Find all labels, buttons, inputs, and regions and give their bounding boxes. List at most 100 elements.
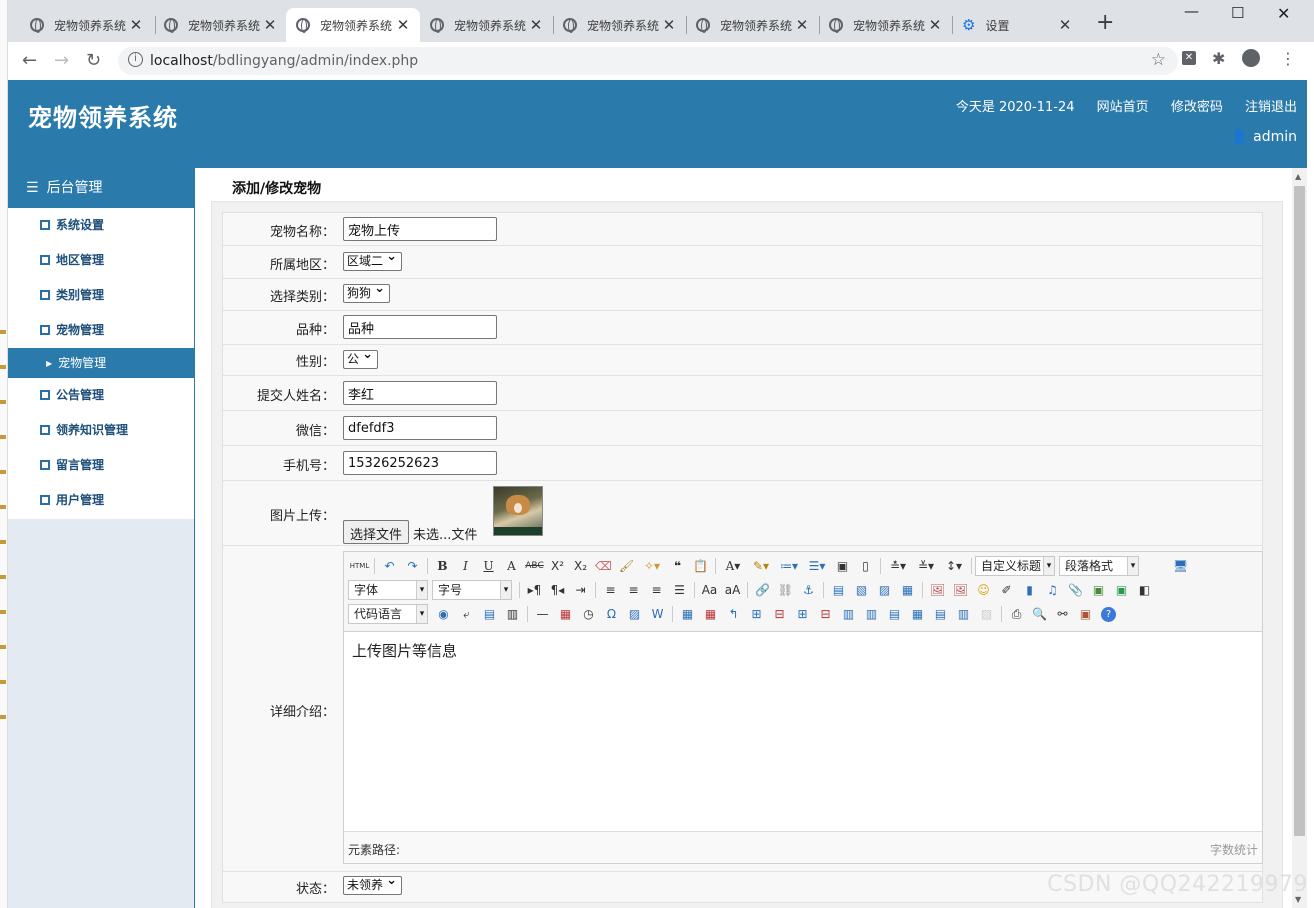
split-to-cols-icon[interactable]: ▥ [952, 604, 975, 624]
image-none-icon[interactable]: ▤ [827, 580, 850, 600]
home-link[interactable]: 网站首页 [1097, 100, 1149, 115]
browser-tab-7[interactable]: 宠物领养系统 ✕ [819, 8, 952, 42]
rtl-icon[interactable]: ¶◂ [546, 580, 569, 600]
font-family-select[interactable]: 字体 [348, 580, 428, 600]
close-icon[interactable]: ✕ [795, 16, 809, 34]
paste-text-icon[interactable]: 📋 [689, 556, 712, 576]
charts-icon[interactable]: ▨ [975, 604, 998, 624]
format-brush-icon[interactable]: 🖌 [615, 556, 638, 576]
auto-format-icon[interactable]: ✧▾ [638, 556, 666, 576]
sidebar-item-messages[interactable]: 留言管理 [8, 448, 194, 483]
window-close-icon[interactable]: ✕ [1277, 4, 1290, 23]
strikethrough-icon[interactable]: ABC [523, 556, 546, 576]
background-icon[interactable]: ▥ [501, 604, 524, 624]
underline-icon[interactable]: U [477, 556, 500, 576]
browser-tab-5[interactable]: 宠物领养系统 ✕ [553, 8, 686, 42]
category-select[interactable]: 狗狗 [343, 281, 391, 303]
close-icon[interactable]: ✕ [1058, 16, 1072, 34]
anchor-icon[interactable]: ⚓ [797, 580, 820, 600]
music-icon[interactable]: ♫ [1041, 580, 1064, 600]
simple-upload-icon[interactable]: 🖼 [926, 580, 949, 600]
sidebar-item-system-settings[interactable]: 系统设置 [8, 208, 194, 243]
delete-table-icon[interactable]: ▦ [699, 604, 722, 624]
insert-frame-icon[interactable]: ◧ [1133, 580, 1156, 600]
font-size-select[interactable]: 字号 [432, 580, 512, 600]
merge-cells-icon[interactable]: ▥ [837, 604, 860, 624]
attachment-icon[interactable]: 📎 [1064, 580, 1087, 600]
browser-tab-1[interactable]: 宠物领养系统 ✕ [20, 8, 153, 42]
bold-icon[interactable]: B [431, 556, 454, 576]
browser-tab-2[interactable]: 宠物领养系统 ✕ [154, 8, 287, 42]
submitter-name-input[interactable] [343, 381, 497, 405]
sidebar-item-pets[interactable]: 宠物管理 [8, 313, 194, 348]
scroll-up-icon[interactable]: ▲ [1295, 172, 1301, 181]
split-to-cells-icon[interactable]: ▦ [906, 604, 929, 624]
phone-input[interactable] [343, 451, 497, 475]
insert-paragraph-before-table-icon[interactable]: ↰ [722, 604, 745, 624]
search-replace-icon[interactable]: W [646, 604, 669, 624]
close-icon[interactable]: ✕ [662, 16, 676, 34]
unordered-list-icon[interactable]: ☰▾ [803, 556, 831, 576]
info-icon[interactable]: i [128, 52, 143, 67]
menu-dots-icon[interactable]: ⋮ [1280, 49, 1296, 68]
browser-tab-4[interactable]: 宠物领养系统 ✕ [420, 8, 553, 42]
close-icon[interactable]: ✕ [263, 16, 277, 34]
status-select[interactable]: 未领养 [343, 873, 403, 895]
insert-col-icon[interactable]: ⊞ [791, 604, 814, 624]
ordered-list-icon[interactable]: ≔▾ [775, 556, 803, 576]
extension-x-icon[interactable]: ✕ [1182, 51, 1196, 65]
time-icon[interactable]: ◷ [577, 604, 600, 624]
unlink-icon[interactable]: ⛓ [774, 580, 797, 600]
delete-row-icon[interactable]: ⊟ [768, 604, 791, 624]
insert-video-icon[interactable]: ▮ [1018, 580, 1041, 600]
close-icon[interactable]: ✕ [396, 16, 410, 34]
logout-link[interactable]: 注销退出 [1245, 100, 1297, 115]
print-icon[interactable]: ⎙ [1005, 604, 1028, 624]
change-password-link[interactable]: 修改密码 [1171, 100, 1223, 115]
link-icon[interactable]: 🔗 [751, 580, 774, 600]
close-icon[interactable]: ✕ [529, 16, 543, 34]
back-arrow-icon[interactable]: ← [22, 50, 37, 71]
indent-icon[interactable]: ⇥ [569, 580, 592, 600]
date-icon[interactable]: ▦ [554, 604, 577, 624]
row-spacing-bottom-icon[interactable]: ≚▾ [912, 556, 940, 576]
help-icon[interactable]: ? [1101, 606, 1116, 622]
scrawl-icon[interactable]: ✐ [995, 580, 1018, 600]
search-replace-binoculars-icon[interactable]: ⚯ [1051, 604, 1074, 624]
forward-arrow-icon[interactable]: → [54, 50, 69, 71]
image-center-icon[interactable]: ▦ [896, 580, 919, 600]
emotion-icon[interactable]: ☺ [972, 580, 995, 600]
maximize-icon[interactable]: ☐ [1231, 4, 1244, 22]
ltr-icon[interactable]: ▸¶ [523, 580, 546, 600]
page-scrollbar[interactable]: ▲ ▼ [1292, 168, 1307, 908]
page-break-icon[interactable]: ⤶ [455, 604, 478, 624]
line-height-icon[interactable]: ↕▾ [940, 556, 968, 576]
paragraph-format-select[interactable]: 段落格式 [1059, 556, 1139, 576]
row-spacing-top-icon[interactable]: ≛▾ [884, 556, 912, 576]
split-to-rows-icon[interactable]: ▤ [929, 604, 952, 624]
profile-icon[interactable] [1242, 49, 1260, 67]
to-lowercase-icon[interactable]: aA [721, 580, 744, 600]
reload-icon[interactable]: ↻ [86, 50, 101, 71]
horizontal-rule-icon[interactable]: — [531, 604, 554, 624]
eraser-icon[interactable]: ⌫ [592, 556, 615, 576]
browser-tab-6[interactable]: 宠物领养系统 ✕ [686, 8, 819, 42]
merge-down-icon[interactable]: ▤ [883, 604, 906, 624]
italic-icon[interactable]: I [454, 556, 477, 576]
wechat-input[interactable] [343, 416, 497, 440]
choose-file-button[interactable]: 选择文件 [343, 520, 410, 544]
custom-heading-select[interactable]: 自定义标题 [975, 556, 1055, 576]
html-source-icon[interactable]: HTML [348, 556, 371, 576]
pet-name-input[interactable] [343, 217, 497, 241]
new-tab-icon[interactable]: + [1096, 10, 1114, 35]
align-left-icon[interactable]: ≡ [599, 580, 622, 600]
bookmark-star-icon[interactable]: ☆ [1151, 50, 1166, 70]
insert-image-icon[interactable]: 🖼 [949, 580, 972, 600]
subscript-icon[interactable]: X₂ [569, 556, 592, 576]
template-icon[interactable]: ▤ [478, 604, 501, 624]
align-justify-icon[interactable]: ☰ [668, 580, 691, 600]
browser-tab-3-active[interactable]: 宠物领养系统 ✕ [286, 8, 420, 42]
wordimage-icon[interactable]: ▨ [623, 604, 646, 624]
undo-icon[interactable]: ↶ [378, 556, 401, 576]
align-center-icon[interactable]: ≡ [622, 580, 645, 600]
